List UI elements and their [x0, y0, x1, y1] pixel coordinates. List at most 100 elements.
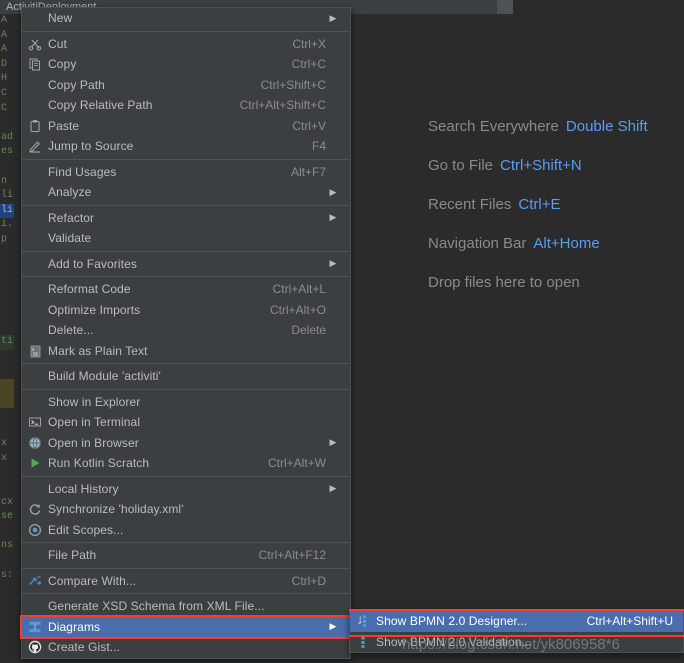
menu-item-create-gist[interactable]: Create Gist... [22, 637, 350, 658]
menu-item-new[interactable]: New ▶ [22, 8, 350, 29]
menu-item-label: Diagrams [48, 619, 101, 634]
menu-item-shortcut: Alt+F7 [290, 164, 326, 179]
tab-scroll-handle[interactable] [497, 0, 513, 14]
menu-item-label: Reformat Code [48, 282, 131, 297]
menu-item-synchronize-holiday-xml[interactable]: Synchronize 'holiday.xml' [22, 499, 350, 520]
menu-item-local-history[interactable]: Local History ▶ [22, 479, 350, 500]
menu-item-find-usages[interactable]: Find Usages Alt+F7 [22, 162, 350, 183]
code-line: x [1, 438, 8, 450]
menu-item-icon-placeholder [22, 368, 48, 384]
menu-item-delete[interactable]: Delete... Delete [22, 320, 350, 341]
diagram-icon [22, 619, 48, 635]
hint-row: Search Everywhere Double Shift [428, 118, 684, 157]
annotation-line-bottom [349, 635, 684, 637]
menu-item-add-to-favorites[interactable]: Add to Favorites ▶ [22, 254, 350, 275]
menu-item-show-in-explorer[interactable]: Show in Explorer [22, 392, 350, 413]
code-line: cx [1, 496, 14, 508]
menu-item-cut[interactable]: Cut Ctrl+X [22, 34, 350, 55]
menu-item-edit-scopes[interactable]: Edit Scopes... [22, 520, 350, 541]
submenu-item-show-bpmn-2-0-designer[interactable]: Show BPMN 2.0 Designer... Ctrl+Alt+Shift+… [350, 611, 683, 632]
menu-item-shortcut: Ctrl+Alt+L [272, 282, 326, 297]
menu-item-shortcut: Ctrl+D [291, 573, 326, 588]
menu-item-paste[interactable]: Paste Ctrl+V [22, 116, 350, 137]
plain-text-icon: x [22, 343, 48, 359]
menu-item-copy-path[interactable]: Copy Path Ctrl+Shift+C [22, 75, 350, 96]
code-line: li [1, 190, 14, 202]
code-line: p [1, 233, 8, 245]
context-menu[interactable]: New ▶ Cut Ctrl+X Copy Ctrl+C Copy Path Ctrl+Shi… [20, 7, 352, 659]
menu-item-label: Create Gist... [48, 640, 121, 655]
diagrams-submenu[interactable]: Show BPMN 2.0 Designer... Ctrl+Alt+Shift+… [349, 610, 684, 653]
menu-item-analyze[interactable]: Analyze ▶ [22, 182, 350, 203]
menu-separator [22, 250, 350, 252]
menu-item-copy-relative-path[interactable]: Copy Relative Path Ctrl+Alt+Shift+C [22, 95, 350, 116]
menu-item-icon-placeholder [22, 184, 48, 200]
menu-item-shortcut: Ctrl+Alt+F12 [258, 548, 326, 563]
menu-item-label: Compare With... [48, 573, 137, 588]
code-line: H [1, 73, 8, 85]
menu-item-label: Find Usages [48, 164, 117, 179]
code-line: n [1, 175, 8, 187]
menu-item-icon-placeholder [22, 394, 48, 410]
menu-item-copy[interactable]: Copy Ctrl+C [22, 54, 350, 75]
menu-separator [22, 363, 350, 364]
submenu-arrow-icon: ▶ [329, 12, 337, 23]
refresh-icon [22, 501, 48, 517]
menu-item-label: Local History [48, 481, 119, 496]
menu-separator [22, 204, 350, 206]
menu-item-shortcut: F4 [311, 139, 326, 154]
code-line: ns [1, 540, 14, 552]
hint-shortcut: Ctrl+E [518, 196, 561, 213]
menu-item-shortcut: Ctrl+V [292, 118, 326, 133]
menu-item-icon-placeholder [22, 598, 48, 614]
menu-item-diagrams[interactable]: Diagrams ▶ [20, 614, 352, 639]
menu-item-reformat-code[interactable]: Reformat Code Ctrl+Alt+L [22, 279, 350, 300]
code-line: A [1, 44, 8, 56]
menu-item-icon-placeholder [22, 481, 48, 497]
code-line: s: [1, 569, 14, 581]
menu-item-jump-to-source[interactable]: Jump to Source F4 [22, 136, 350, 157]
menu-item-compare-with[interactable]: Compare With... Ctrl+D [22, 571, 350, 592]
hint-shortcut: Alt+Home [533, 235, 600, 252]
menu-item-icon-placeholder [22, 210, 48, 226]
menu-item-label: Delete... [48, 323, 94, 338]
terminal-icon [22, 414, 48, 430]
menu-item-label: Generate XSD Schema from XML File... [48, 599, 265, 614]
hint-row: Navigation Bar Alt+Home [428, 235, 684, 274]
menu-item-icon-placeholder [22, 281, 48, 297]
menu-item-generate-xsd-schema-from-xml-file[interactable]: Generate XSD Schema from XML File... [22, 596, 350, 617]
menu-item-label: Add to Favorites [48, 256, 137, 271]
menu-item-open-in-browser[interactable]: Open in Browser ▶ [22, 433, 350, 454]
hint-label: Drop files here to open [428, 274, 580, 291]
code-line: i. [1, 219, 14, 231]
menu-item-label: Edit Scopes... [48, 522, 124, 537]
menu-item-icon-placeholder [22, 10, 48, 26]
menu-item-label: Cut [48, 36, 67, 51]
menu-item-optimize-imports[interactable]: Optimize Imports Ctrl+Alt+O [22, 300, 350, 321]
menu-item-file-path[interactable]: File Path Ctrl+Alt+F12 [22, 545, 350, 566]
menu-item-run-kotlin-scratch[interactable]: Run Kotlin Scratch Ctrl+Alt+W [22, 453, 350, 474]
menu-item-label: File Path [48, 548, 97, 563]
menu-item-icon-placeholder [22, 77, 48, 93]
menu-item-open-in-terminal[interactable]: Open in Terminal [22, 412, 350, 433]
menu-item-label: New [48, 11, 73, 26]
annotation-line-top [349, 609, 684, 611]
menu-item-label: Analyze [48, 185, 92, 200]
menu-item-label: Optimize Imports [48, 302, 141, 317]
code-line: tiv [0, 335, 14, 350]
menu-item-refactor[interactable]: Refactor ▶ [22, 208, 350, 229]
menu-item-icon-placeholder [22, 322, 48, 338]
hint-label: Search Everywhere [428, 118, 559, 135]
menu-item-icon-placeholder [22, 256, 48, 272]
menu-item-mark-as-plain-text[interactable]: x Mark as Plain Text [22, 341, 350, 362]
menu-separator [22, 276, 350, 277]
menu-item-validate[interactable]: Validate [22, 228, 350, 249]
menu-item-build-module-activiti[interactable]: Build Module 'activiti' [22, 366, 350, 387]
